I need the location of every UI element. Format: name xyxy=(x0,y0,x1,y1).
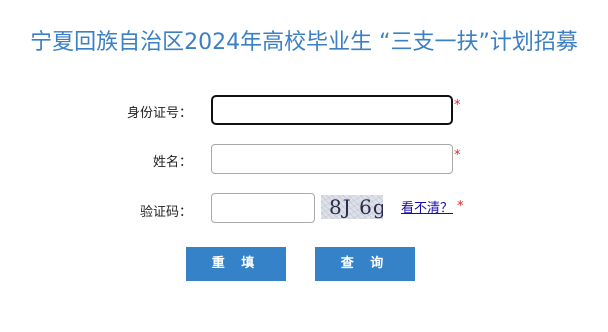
captcha-code: 8J 6g xyxy=(329,195,383,219)
reset-button[interactable]: 重 填 xyxy=(186,247,286,281)
name-input[interactable] xyxy=(211,144,453,174)
query-button[interactable]: 查 询 xyxy=(315,247,415,281)
name-label: 姓名： xyxy=(152,155,192,170)
page-title: 宁夏回族自治区2024年高校毕业生 “三支一扶”计划招募 xyxy=(30,30,578,55)
refresh-captcha-link[interactable]: 看不清？ xyxy=(401,197,453,216)
captcha-image[interactable]: 8J 6g xyxy=(321,195,383,219)
captcha-label: 验证码： xyxy=(139,205,192,220)
id-number-input[interactable] xyxy=(211,95,453,125)
required-mark-captcha: * xyxy=(457,199,464,214)
required-mark-id: * xyxy=(454,98,461,113)
captcha-input[interactable] xyxy=(211,193,315,223)
registration-page: 宁夏回族自治区2024年高校毕业生 “三支一扶”计划招募 身份证号： * 姓名：… xyxy=(0,0,608,332)
id-number-label: 身份证号： xyxy=(126,106,192,121)
required-mark-name: * xyxy=(454,148,461,163)
